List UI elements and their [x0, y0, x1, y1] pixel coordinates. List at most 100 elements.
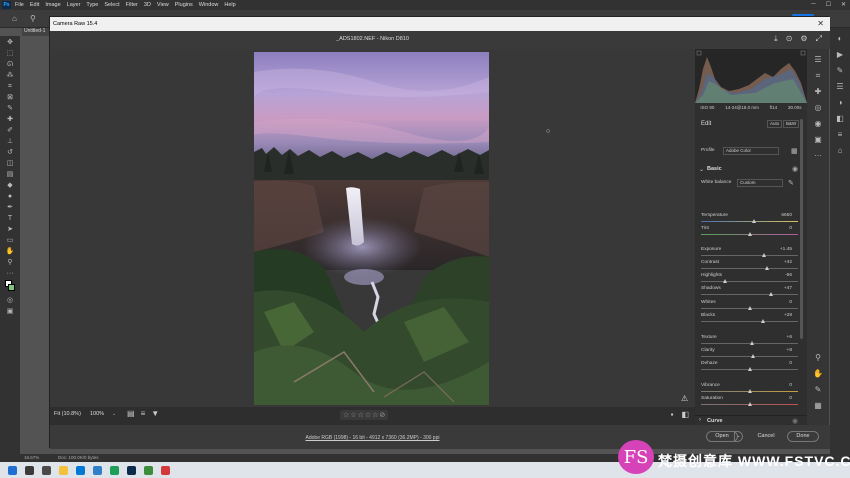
edge-icon[interactable] [110, 465, 119, 475]
paths-icon[interactable]: ⌂ [835, 146, 845, 156]
save-image-icon[interactable]: ⤓ [774, 34, 778, 44]
menu-plugins[interactable]: Plugins [175, 2, 193, 8]
menu-image[interactable]: Image [45, 2, 60, 8]
slider-track[interactable] [701, 294, 798, 295]
healing-icon[interactable]: ✚ [813, 87, 823, 97]
slider-clarity[interactable]: Clarity +8 [701, 348, 798, 361]
zoom-icon[interactable]: ⚲ [813, 353, 823, 363]
sort-icon[interactable]: ≡ [141, 409, 146, 418]
slider-thumb[interactable] [723, 279, 728, 283]
slider-thumb[interactable] [747, 402, 752, 406]
menu-select[interactable]: Select [104, 2, 119, 8]
crop-icon[interactable]: ⌗ [813, 71, 823, 81]
app-red-icon[interactable] [161, 465, 170, 475]
slider-track[interactable] [701, 281, 798, 282]
slider-value[interactable]: 0 [776, 361, 792, 366]
masking-icon[interactable]: ◎ [813, 103, 823, 113]
slider-thumb[interactable] [747, 306, 752, 310]
grid-overlay-icon[interactable]: ▦ [813, 401, 823, 411]
star-icon[interactable]: ☆ [358, 411, 364, 419]
play-icon[interactable]: ▶ [835, 50, 845, 60]
slider-exposure[interactable]: Exposure +1.45 [701, 247, 798, 260]
brush-tool-icon[interactable]: ✐ [4, 126, 16, 135]
before-after-icon[interactable]: ◧ [681, 410, 689, 419]
filmstrip-icon[interactable]: ▤ [127, 409, 135, 418]
blur-tool-icon[interactable]: ◆ [4, 181, 16, 190]
convert-settings-icon[interactable]: ⊙ [786, 34, 793, 44]
slider-track[interactable] [701, 356, 798, 357]
properties-icon[interactable]: ☰ [835, 82, 845, 92]
slider-value[interactable]: 0 [776, 300, 792, 305]
slider-contrast[interactable]: Contrast +42 [701, 260, 798, 273]
minimize-icon[interactable]: ─ [811, 1, 815, 8]
eraser-icon[interactable]: ◫ [4, 159, 16, 168]
reject-icon[interactable]: ⊘ [379, 411, 385, 419]
slider-shadows[interactable]: Shadows +47 [701, 286, 798, 299]
slider-vibrance[interactable]: Vibrance 0 [701, 383, 798, 396]
menu-3d[interactable]: 3D [144, 2, 151, 8]
slider-value[interactable]: +28 [776, 313, 792, 318]
search-icon[interactable] [25, 465, 34, 475]
wb-select[interactable]: Custom [737, 179, 783, 187]
slider-track[interactable] [701, 221, 798, 222]
slider-dehaze[interactable]: Dehaze 0 [701, 361, 798, 374]
zoom-100-select[interactable]: 100% [90, 411, 104, 417]
panel-scrollbar[interactable] [800, 119, 803, 339]
basic-header[interactable]: ⌄ Basic ◉ [695, 165, 807, 175]
slider-thumb[interactable] [747, 389, 752, 393]
hand-icon[interactable]: ✋ [813, 369, 823, 379]
menu-view[interactable]: View [157, 2, 169, 8]
slider-thumb[interactable] [768, 292, 773, 296]
zoom-tool-icon[interactable]: ⚲ [4, 258, 16, 267]
slider-thumb[interactable] [762, 253, 767, 257]
move-tool-icon[interactable]: ✥ [4, 38, 16, 47]
red-eye-icon[interactable]: ◉ [813, 119, 823, 129]
gradient-icon[interactable]: ▤ [4, 170, 16, 179]
slider-temperature[interactable]: Temperature 6650 [701, 213, 798, 226]
slider-thumb[interactable] [750, 341, 755, 345]
slider-texture[interactable]: Texture +6 [701, 335, 798, 348]
slider-value[interactable]: +6 [776, 335, 792, 340]
slider-highlights[interactable]: Highlights -56 [701, 273, 798, 286]
presets-icon[interactable]: ▣ [813, 135, 823, 145]
slider-track[interactable] [701, 255, 798, 256]
profile-select[interactable]: Adobe Color [723, 147, 779, 155]
bw-button[interactable]: B&W [783, 120, 800, 128]
magic-wand-icon[interactable]: ⁂ [4, 71, 16, 80]
slider-value[interactable]: +42 [776, 260, 792, 265]
stamp-tool-icon[interactable]: ⊥ [4, 137, 16, 146]
home-icon[interactable]: ⌂ [12, 14, 17, 23]
healing-brush-icon[interactable]: ✚ [4, 115, 16, 124]
channels-icon[interactable]: ≡ [835, 130, 845, 140]
quick-mask-icon[interactable]: ◎ [4, 296, 16, 305]
slider-value[interactable]: 0 [776, 383, 792, 388]
more-tools-icon[interactable]: ··· [4, 269, 16, 278]
pen-tool-icon[interactable]: ✒ [4, 203, 16, 212]
slider-tint[interactable]: Tint 0 [701, 226, 798, 239]
done-button[interactable]: Done [787, 431, 819, 442]
slider-value[interactable]: +47 [776, 286, 792, 291]
filter-icon[interactable]: ▼ [151, 409, 159, 418]
zoom-fit-select[interactable]: Fit (10.8%) [54, 411, 81, 417]
zoom-tool-icon[interactable]: ⚲ [30, 14, 36, 23]
preferences-gear-icon[interactable]: ⚙ [800, 34, 807, 44]
layers-icon[interactable]: ◧ [835, 114, 845, 124]
frame-tool-icon[interactable]: ⊠ [4, 93, 16, 102]
slider-thumb[interactable] [747, 232, 752, 236]
document-tab[interactable]: Untitled-1 [22, 28, 50, 36]
single-view-icon[interactable]: ▪ [671, 410, 674, 419]
visibility-eye-icon[interactable]: ◉ [792, 165, 798, 173]
slider-track[interactable] [701, 321, 798, 322]
history-brush-icon[interactable]: ↺ [4, 148, 16, 157]
profile-browser-icon[interactable]: ▦ [791, 147, 798, 155]
mail-icon[interactable] [76, 465, 85, 475]
menu-help[interactable]: Help [224, 2, 235, 8]
zoom-chevron-down-icon[interactable]: ⌄ [112, 411, 116, 417]
star-icon[interactable]: ☆ [350, 411, 356, 419]
more-image-settings-icon[interactable]: ··· [813, 151, 823, 161]
type-tool-icon[interactable]: T [4, 214, 16, 223]
color-sampler-icon[interactable]: ✎ [813, 385, 823, 395]
marquee-tool-icon[interactable]: ⬚ [4, 49, 16, 58]
slider-thumb[interactable] [764, 266, 769, 270]
slider-thumb[interactable] [752, 219, 757, 223]
